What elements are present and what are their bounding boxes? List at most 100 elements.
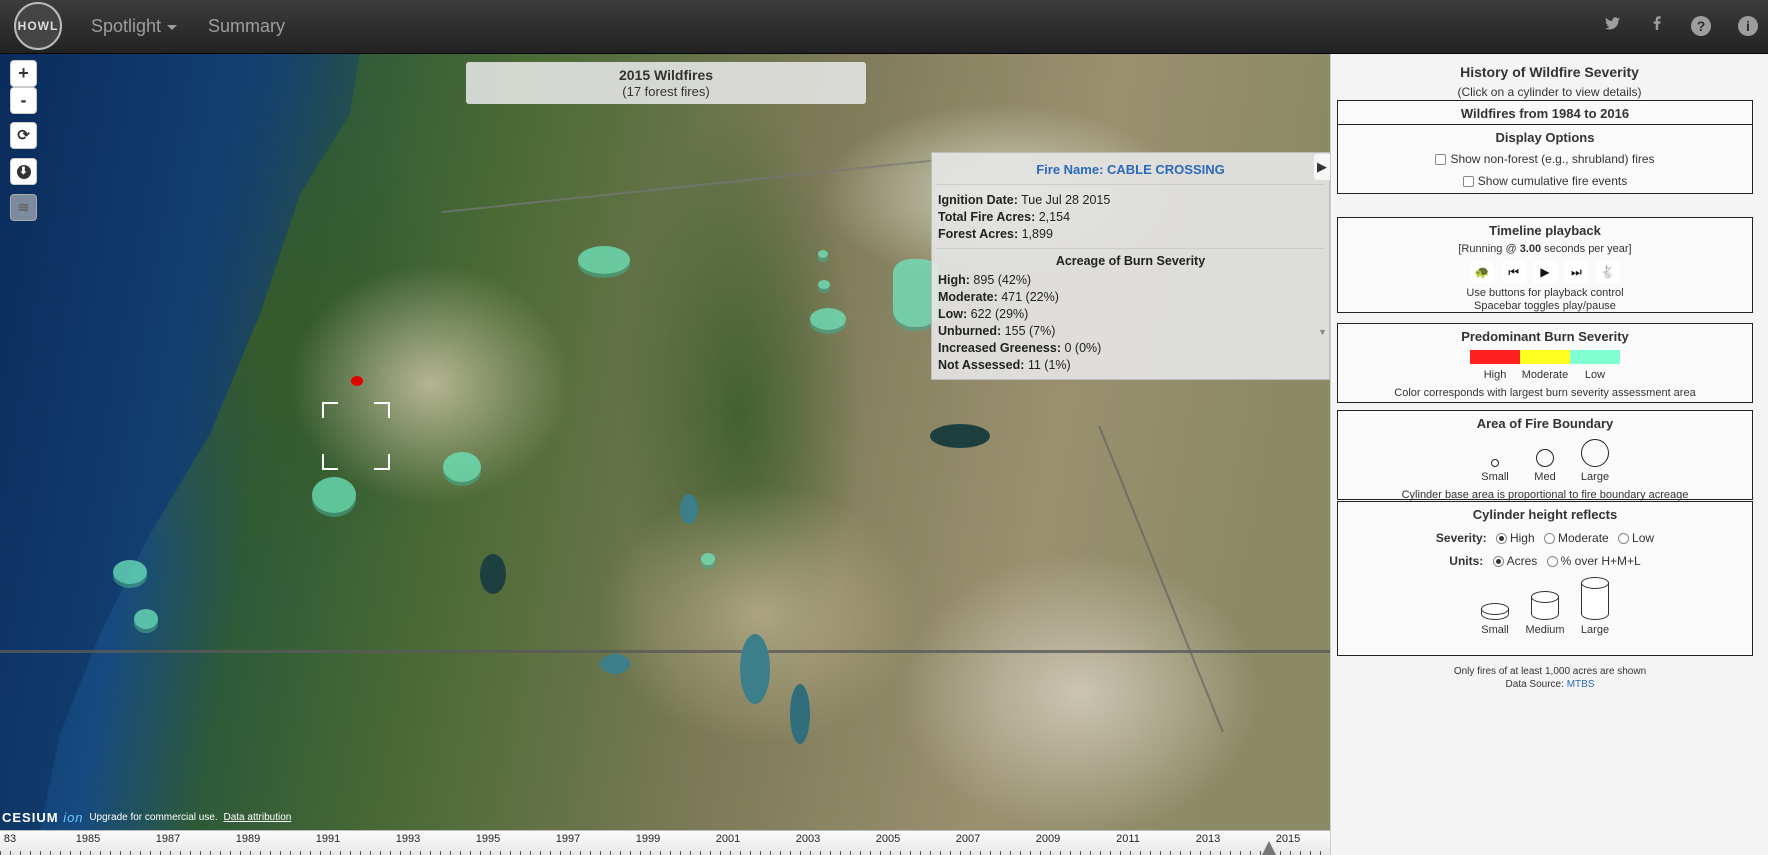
timeline-tick (830, 851, 831, 855)
zoom-in-button[interactable]: + (10, 60, 37, 87)
globe-map[interactable]: + - ⟳ ⬇ ≋ 2015 Wildfires (17 forest fire… (0, 54, 1330, 830)
timeline-tick (760, 851, 761, 855)
timeline-tick (180, 851, 181, 855)
timeline-tick (1100, 851, 1101, 855)
fire-name: Fire Name: CABLE CROSSING (1036, 162, 1225, 177)
units-acres-radio[interactable] (1492, 556, 1504, 568)
severity-moderate-radio[interactable] (1544, 533, 1555, 545)
large-circle-icon (1581, 439, 1609, 467)
timeline-tick (850, 851, 851, 855)
timeline-year-label: 1989 (235, 833, 261, 845)
severity-radio-group: Severity: High Moderate Low (1435, 531, 1655, 545)
timeline-tick (1090, 851, 1091, 855)
timeline-tick (730, 851, 731, 855)
burn-severity-heading: Acreage of Burn Severity (1055, 254, 1206, 268)
timeline-tick (690, 851, 691, 855)
timeline-tick (310, 851, 311, 855)
timeline-tick (1230, 851, 1231, 855)
timeline-tick (440, 851, 441, 855)
timeline-tick (1220, 851, 1221, 855)
fire-cylinder[interactable] (810, 308, 846, 330)
upgrade-notice: Upgrade for commercial use. (89, 812, 218, 823)
step-back-button[interactable]: ⏮ (1501, 261, 1526, 283)
timeline-tick (270, 851, 271, 855)
timeline-tick (900, 851, 901, 855)
data-source: Data Source: MTBS (1505, 679, 1595, 690)
reset-view-button[interactable]: ⟳ (10, 122, 37, 149)
play-button[interactable]: ▶ (1533, 261, 1557, 283)
nonforest-option[interactable]: Show non-forest (e.g., shrubland) fires (1338, 152, 1752, 166)
fire-cylinder[interactable] (443, 452, 481, 482)
timeline-tick (970, 851, 971, 855)
nonforest-checkbox[interactable] (1435, 154, 1447, 166)
timeline-tick (1190, 851, 1191, 855)
timeline-tick (1320, 851, 1321, 855)
timeline-tick (810, 851, 811, 855)
timeline-tick (20, 851, 21, 855)
cumulative-checkbox[interactable] (1462, 176, 1474, 188)
timeline-tick (700, 851, 701, 855)
help-icon[interactable]: ? (1691, 16, 1711, 36)
summary-link[interactable]: Summary (208, 16, 285, 37)
popup-scrollbar[interactable]: ▲▼ (1318, 157, 1327, 337)
spotlight-dropdown[interactable]: Spotlight (91, 16, 178, 37)
display-options-section: Display Options Show non-forest (e.g., s… (1337, 124, 1753, 194)
fire-cylinder[interactable] (818, 250, 828, 258)
timeline-tick (120, 851, 121, 855)
layers-button[interactable]: ≋ (10, 194, 37, 221)
timeline-needle[interactable] (1262, 841, 1276, 855)
timeline-tick (960, 851, 961, 855)
severity-high-radio[interactable] (1495, 533, 1507, 545)
info-icon[interactable]: i (1738, 16, 1758, 36)
howl-logo[interactable]: HOWL (14, 2, 62, 50)
fire-cylinder[interactable] (701, 553, 715, 565)
timeline-tick (620, 851, 621, 855)
download-button[interactable]: ⬇ (10, 158, 37, 185)
timeline-tick (520, 851, 521, 855)
timeline-tick (800, 851, 801, 855)
timeline-tick (480, 851, 481, 855)
facebook-icon[interactable] (1647, 16, 1667, 36)
timeline-tick (1070, 851, 1071, 855)
severity-note: Color corresponds with largest burn seve… (1394, 387, 1696, 399)
data-attribution-link[interactable]: Data attribution (224, 812, 292, 823)
timeline-tick (1280, 851, 1281, 855)
units-percent-radio[interactable] (1546, 556, 1558, 568)
faster-button[interactable]: 🐇 (1595, 261, 1620, 283)
refresh-icon: ⟳ (17, 127, 30, 144)
highway-road (0, 650, 1330, 653)
timeline-tick (1000, 851, 1001, 855)
fire-cylinder[interactable] (113, 560, 147, 584)
timeline-tick (650, 851, 651, 855)
fire-area-title: Area of Fire Boundary (1476, 416, 1614, 431)
timeline-tick (420, 851, 421, 855)
mtbs-link[interactable]: MTBS (1567, 679, 1595, 690)
display-options-title: Display Options (1495, 130, 1595, 145)
cylinder-height-section: Cylinder height reflects Severity: High … (1337, 501, 1753, 656)
panel-title: History of Wildfire Severity (1460, 64, 1639, 80)
zoom-out-button[interactable]: - (10, 87, 37, 114)
lake (480, 554, 506, 594)
fire-cylinder[interactable] (818, 280, 830, 289)
fire-cylinder[interactable] (312, 477, 356, 513)
timeline-tick (670, 851, 671, 855)
cesium-ion-logo[interactable]: CESIUM ion (2, 810, 84, 825)
twitter-icon[interactable] (1602, 16, 1622, 36)
playback-help-2: Spacebar toggles play/pause (1474, 300, 1616, 312)
timeline-tick (160, 851, 161, 855)
timeline-bar[interactable]: 83 1985 1987 1989 1991 1993 1995 1997 1999 2001 20… (0, 830, 1330, 855)
fire-cylinder[interactable] (578, 246, 630, 274)
fire-cylinder[interactable] (134, 609, 158, 629)
timeline-year-label: 1999 (635, 833, 661, 845)
panel-collapse-toggle[interactable]: ▶ (1314, 154, 1330, 180)
timeline-tick (1010, 851, 1011, 855)
timeline-tick (380, 851, 381, 855)
slower-button[interactable]: 🐢 (1470, 261, 1495, 283)
timeline-year-label: 1985 (75, 833, 101, 845)
cumulative-option[interactable]: Show cumulative fire events (1338, 174, 1752, 188)
lake (740, 634, 770, 704)
timeline-tick (1040, 851, 1041, 855)
severity-low-radio[interactable] (1618, 533, 1630, 545)
step-forward-button[interactable]: ⏭ (1564, 261, 1589, 283)
selected-fire-marker[interactable] (351, 376, 363, 386)
